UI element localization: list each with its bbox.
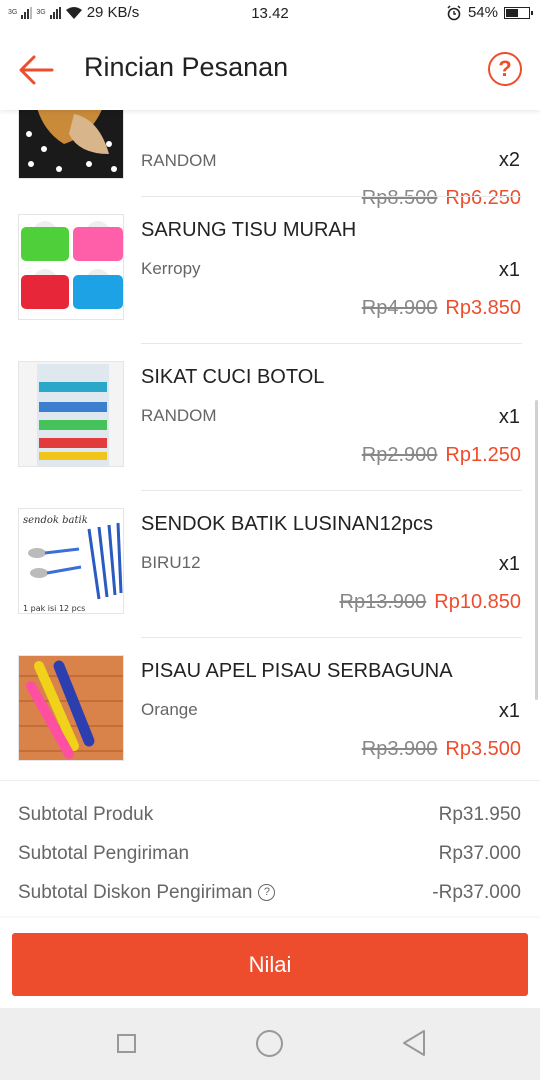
back-arrow-icon[interactable] [14,50,58,90]
subtotal-shipping-row: Subtotal Pengiriman Rp37.000 [18,843,521,865]
alarm-icon [447,4,461,20]
discount-price: Rp1.250 [445,444,521,466]
thumb-spoon-title: sendok batik [23,515,88,526]
item-price: Rp2.900 Rp1.250 [362,444,521,467]
divider [141,343,522,344]
item-price: Rp3.900 Rp3.500 [362,738,521,761]
item-price: Rp4.900 Rp3.850 [362,297,521,320]
product-image [18,214,124,320]
app-header: Rincian Pesanan ? [0,28,540,110]
order-item-list: RANDOM x2 Rp8.500 Rp6.250 SARUNG TISU MUR… [0,110,540,780]
item-quantity: x1 [498,553,520,575]
rate-button[interactable]: Nilai [12,933,528,996]
item-variant: RANDOM [141,406,217,425]
nav-back-icon[interactable] [400,1028,428,1058]
item-name: SENDOK BATIK LUSINAN12pcs [141,513,433,535]
list-item[interactable]: SARUNG TISU MURAH Kerropy x1 Rp4.900 Rp3.… [0,196,540,343]
product-image [18,361,124,467]
original-price: Rp13.900 [339,591,427,613]
original-price: Rp3.900 [361,738,438,760]
subtotal-shipping-value: Rp37.000 [438,843,521,864]
item-price: Rp13.900 Rp10.850 [340,591,522,614]
item-quantity: x1 [498,700,520,722]
list-item[interactable]: SIKAT CUCI BOTOL RANDOM x1 Rp2.900 Rp1.25… [0,343,540,490]
scrollbar[interactable] [535,400,538,700]
discount-price: Rp3.500 [445,738,521,760]
item-variant: Kerropy [141,259,201,278]
battery-percent: 54% [467,4,498,21]
item-name: SIKAT CUCI BOTOL [141,366,325,388]
order-summary: Subtotal Produk Rp31.950 Subtotal Pengir… [0,780,540,920]
page-title: Rincian Pesanan [84,52,289,82]
subtotal-product-row: Subtotal Produk Rp31.950 [18,804,521,826]
subtotal-shipping-label: Subtotal Pengiriman [18,843,190,864]
help-icon[interactable]: ? [488,52,522,86]
product-image [18,110,124,179]
item-quantity: x1 [498,259,520,281]
divider [141,637,522,638]
info-icon[interactable]: ? [258,884,276,902]
original-price: Rp4.900 [361,297,438,319]
divider [0,780,540,781]
shipping-discount-value: -Rp37.000 [432,882,521,903]
discount-price: Rp3.850 [445,297,521,319]
shipping-discount-row: Subtotal Diskon Pengiriman? -Rp37.000 [18,882,521,904]
item-variant: RANDOM [141,151,217,170]
item-variant: BIRU12 [141,553,201,572]
product-image [18,655,124,761]
status-right: 54% [446,4,533,21]
item-variant: Orange [141,700,198,719]
divider [141,196,522,197]
discount-price: Rp10.850 [434,591,521,613]
list-item[interactable]: sendok batik 1 pak isi 12 pcs SENDOK BAT… [0,490,540,637]
thumb-spoon-caption: 1 pak isi 12 pcs [23,604,85,613]
product-image: sendok batik 1 pak isi 12 pcs [18,508,124,614]
item-name: PISAU APEL PISAU SERBAGUNA [141,660,453,682]
system-nav-bar [0,1008,540,1080]
shipping-discount-label: Subtotal Diskon Pengiriman [18,882,253,903]
original-price: Rp2.900 [361,444,438,466]
subtotal-product-label: Subtotal Produk [18,804,154,825]
divider [141,490,522,491]
status-bar: 3G 3G 29 KB/s 13.42 54% [0,0,540,28]
item-quantity: x1 [498,406,520,428]
home-icon[interactable] [256,1030,283,1057]
recent-apps-icon[interactable] [117,1034,136,1053]
item-quantity: x2 [498,149,520,171]
battery-icon [504,6,533,19]
item-name: SARUNG TISU MURAH [141,219,357,241]
subtotal-product-value: Rp31.950 [438,804,521,825]
list-item[interactable]: PISAU APEL PISAU SERBAGUNA Orange x1 Rp3… [0,637,540,780]
